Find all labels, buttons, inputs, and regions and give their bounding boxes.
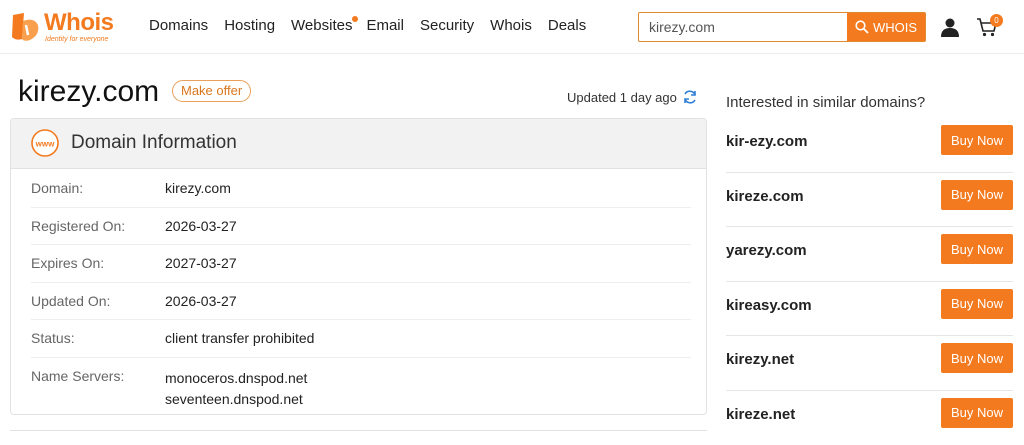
new-indicator-dot bbox=[352, 16, 358, 22]
search-icon bbox=[855, 20, 869, 34]
info-value: client transfer prohibited bbox=[165, 330, 314, 346]
info-row-registered: Registered On: 2026-03-27 bbox=[31, 208, 691, 246]
suggestion-row: kireze.com Buy Now bbox=[726, 173, 1013, 228]
logo-mark-icon bbox=[10, 11, 40, 43]
nav-whois[interactable]: Whois bbox=[490, 17, 532, 34]
search-bar: WHOIS bbox=[638, 12, 926, 42]
info-label: Status: bbox=[31, 330, 75, 346]
logo-text: Whois bbox=[44, 9, 114, 37]
main-nav: Domains Hosting Websites Email Security … bbox=[149, 17, 602, 34]
suggestion-row: kireasy.com Buy Now bbox=[726, 282, 1013, 337]
suggestion-domain[interactable]: kireasy.com bbox=[726, 297, 812, 314]
similar-domains-title: Interested in similar domains? bbox=[726, 94, 925, 111]
suggestion-domain[interactable]: kireze.net bbox=[726, 406, 795, 423]
page-title: kirezy.com bbox=[18, 75, 159, 109]
nav-security[interactable]: Security bbox=[420, 17, 474, 34]
updated-text: Updated 1 day ago bbox=[567, 90, 677, 105]
info-value: 2027-03-27 bbox=[165, 255, 237, 271]
info-label: Name Servers: bbox=[31, 368, 124, 384]
nav-deals[interactable]: Deals bbox=[548, 17, 586, 34]
domain-info-card: www Domain Information Domain: kirezy.co… bbox=[10, 118, 707, 415]
suggestion-domain[interactable]: kir-ezy.com bbox=[726, 133, 807, 150]
info-value: kirezy.com bbox=[165, 180, 231, 196]
make-offer-button[interactable]: Make offer bbox=[172, 80, 251, 102]
svg-text:www: www bbox=[35, 140, 55, 149]
nav-hosting[interactable]: Hosting bbox=[224, 17, 275, 34]
buy-now-button[interactable]: Buy Now bbox=[941, 125, 1013, 155]
nav-domains[interactable]: Domains bbox=[149, 17, 208, 34]
info-label: Expires On: bbox=[31, 255, 104, 271]
nav-websites-label: Websites bbox=[291, 17, 352, 34]
nav-email[interactable]: Email bbox=[366, 17, 404, 34]
top-header: Whois Identity for everyone Domains Host… bbox=[0, 0, 1024, 54]
suggestion-domain[interactable]: kireze.com bbox=[726, 188, 804, 205]
buy-now-button[interactable]: Buy Now bbox=[941, 289, 1013, 319]
refresh-icon[interactable] bbox=[682, 89, 698, 105]
name-server: monoceros.dnspod.net bbox=[165, 368, 307, 389]
whois-logo[interactable]: Whois Identity for everyone bbox=[10, 9, 130, 45]
cart-count-badge: 0 bbox=[990, 14, 1003, 27]
info-row-updated: Updated On: 2026-03-27 bbox=[31, 283, 691, 321]
suggestion-domain[interactable]: yarezy.com bbox=[726, 242, 807, 259]
info-value: 2026-03-27 bbox=[165, 218, 237, 234]
updated-status: Updated 1 day ago bbox=[567, 89, 698, 105]
name-server-list: monoceros.dnspod.net seventeen.dnspod.ne… bbox=[165, 368, 307, 410]
buy-now-button[interactable]: Buy Now bbox=[941, 180, 1013, 210]
domain-info-header: www Domain Information bbox=[11, 119, 706, 169]
user-icon[interactable] bbox=[940, 17, 960, 37]
buy-now-button[interactable]: Buy Now bbox=[941, 398, 1013, 428]
search-input[interactable] bbox=[639, 13, 847, 41]
next-card-edge bbox=[10, 430, 707, 440]
buy-now-button[interactable]: Buy Now bbox=[941, 234, 1013, 264]
info-label: Domain: bbox=[31, 180, 83, 196]
search-button-label: WHOIS bbox=[873, 20, 917, 35]
info-row-domain: Domain: kirezy.com bbox=[31, 170, 691, 208]
info-label: Registered On: bbox=[31, 218, 125, 234]
suggestion-row: kireze.net Buy Now bbox=[726, 391, 1013, 445]
domain-info-rows: Domain: kirezy.com Registered On: 2026-0… bbox=[31, 170, 691, 418]
domain-info-title: Domain Information bbox=[71, 132, 237, 154]
buy-now-button[interactable]: Buy Now bbox=[941, 343, 1013, 373]
suggestion-row: yarezy.com Buy Now bbox=[726, 227, 1013, 282]
www-icon: www bbox=[30, 128, 60, 158]
suggestion-row: kirezy.net Buy Now bbox=[726, 336, 1013, 391]
suggestion-row: kir-ezy.com Buy Now bbox=[726, 118, 1013, 173]
info-row-name-servers: Name Servers: monoceros.dnspod.net seven… bbox=[31, 358, 691, 418]
whois-search-button[interactable]: WHOIS bbox=[847, 13, 925, 41]
info-row-status: Status: client transfer prohibited bbox=[31, 320, 691, 358]
name-server: seventeen.dnspod.net bbox=[165, 389, 307, 410]
info-label: Updated On: bbox=[31, 293, 110, 309]
info-value: 2026-03-27 bbox=[165, 293, 237, 309]
suggestion-domain[interactable]: kirezy.net bbox=[726, 351, 794, 368]
info-row-expires: Expires On: 2027-03-27 bbox=[31, 245, 691, 283]
nav-websites[interactable]: Websites bbox=[291, 17, 352, 34]
logo-tagline: Identity for everyone bbox=[45, 36, 108, 43]
